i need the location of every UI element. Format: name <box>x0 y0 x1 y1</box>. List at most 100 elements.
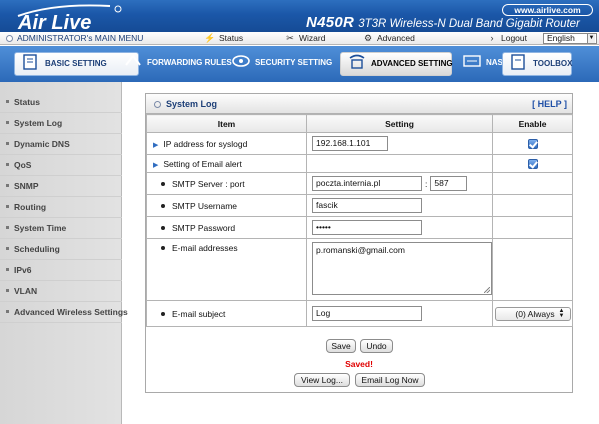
table-row: ▶ IP address for syslogd 192.168.1.101 <box>146 132 573 155</box>
menu-logout[interactable]: › Logout <box>486 32 528 45</box>
bullet-icon <box>161 181 165 186</box>
bullet-icon <box>6 310 9 313</box>
sidebar-item-routing[interactable]: Routing <box>0 197 122 218</box>
page-title: System Log <box>154 94 217 114</box>
resize-grip-icon[interactable] <box>484 287 490 293</box>
email-addresses-label-cell: E-mail addresses <box>146 238 307 301</box>
view-log-button[interactable]: View Log... <box>294 373 350 387</box>
advanced-icon: ⚙ <box>363 33 373 43</box>
syslog-enable-checkbox[interactable] <box>527 138 538 149</box>
bullet-icon <box>6 205 9 208</box>
email-alert-enable-checkbox[interactable] <box>527 158 538 169</box>
smtp-port-input[interactable]: 587 <box>430 176 468 191</box>
sidebar-item-dynamic-dns[interactable]: Dynamic DNS <box>0 134 122 155</box>
smtp-server-input[interactable]: poczta.internia.pl <box>312 176 422 191</box>
smtp-server-label-cell: SMTP Server : port <box>146 172 307 195</box>
bullet-icon <box>6 226 9 229</box>
sidebar-item-ipv6[interactable]: IPv6 <box>0 260 122 281</box>
syslog-ip-input[interactable]: 192.168.1.101 <box>312 136 388 151</box>
table-row: SMTP Password ••••• <box>146 216 573 239</box>
tab-nas[interactable]: NAS <box>456 52 503 76</box>
bullet-icon <box>161 203 165 208</box>
triangle-right-icon: ▶ <box>153 161 159 169</box>
sidebar-item-system-log[interactable]: System Log <box>0 113 122 134</box>
tab-security-setting[interactable]: SECURITY SETTING <box>225 52 338 76</box>
document-icon <box>23 54 37 70</box>
brand-name: Air Live <box>17 12 91 31</box>
sidebar-item-vlan[interactable]: VLAN <box>0 281 122 302</box>
tab-forwarding-rules[interactable]: FORWARDING RULES <box>117 52 232 76</box>
system-log-panel: System Log [ HELP ] Item Setting Enable … <box>145 93 573 393</box>
bullet-icon <box>6 100 9 103</box>
bullet-icon <box>6 247 9 250</box>
bullet-icon <box>6 121 9 124</box>
table-row: ▶ Setting of Email alert <box>146 154 573 173</box>
bullet-icon <box>6 142 9 145</box>
sidebar: Status System Log Dynamic DNS QoS SNMP R… <box>0 82 128 424</box>
sidebar-item-status[interactable]: Status <box>0 92 122 113</box>
up-down-arrows-icon: ▲ ▼ <box>558 307 565 319</box>
saved-status-message: Saved! <box>345 359 373 369</box>
top-banner: Air Live www.airlive.com N450R 3T3R Wirel… <box>0 0 599 32</box>
wizard-icon: ✂ <box>286 33 294 43</box>
menu-advanced[interactable]: ⚙ Advanced <box>362 32 415 45</box>
bullet-icon <box>6 35 13 42</box>
help-link[interactable]: [ HELP ] <box>532 94 567 114</box>
advanced-setting-icon <box>349 54 365 69</box>
table-row: SMTP Username fascik <box>146 194 573 217</box>
triangle-right-icon: ▶ <box>153 141 159 149</box>
system-log-table: Item Setting Enable ▶ IP address for sysl… <box>146 114 573 327</box>
panel-header: System Log [ HELP ] <box>146 94 572 114</box>
column-header-item: Item <box>146 114 307 133</box>
bullet-icon <box>161 246 165 250</box>
column-header-enable: Enable <box>492 114 573 133</box>
admin-menu-title: ADMINISTRATOR's MAIN MENU <box>6 32 143 45</box>
chevron-down-icon: ▼ <box>587 34 595 43</box>
bullet-icon <box>6 289 9 292</box>
toolbox-icon <box>511 54 525 70</box>
main-menu-bar: ADMINISTRATOR's MAIN MENU ⚡ Status ✂ Wizar… <box>0 32 599 45</box>
status-icon: ⚡ <box>204 33 216 43</box>
menu-wizard[interactable]: ✂ Wizard <box>284 32 325 45</box>
column-header-setting: Setting <box>306 114 493 133</box>
email-subject-input[interactable]: Log <box>312 306 422 321</box>
table-row: E-mail subject Log (0) Always ▲ ▼ <box>146 300 573 327</box>
model-description: 3T3R Wireless-N Dual Band Gigabit Router <box>358 18 580 30</box>
model-name: N450R <box>306 14 355 31</box>
arrow-right-icon: › <box>490 33 494 43</box>
sidebar-item-snmp[interactable]: SNMP <box>0 176 122 197</box>
language-select[interactable]: English ▼ <box>543 33 597 44</box>
tab-toolbox[interactable]: TOOLBOX <box>502 52 572 76</box>
smtp-username-label-cell: SMTP Username <box>146 194 307 217</box>
table-row: E-mail addresses p.romanski@gmail.com <box>146 238 573 301</box>
undo-button[interactable]: Undo <box>360 339 393 353</box>
smtp-password-input[interactable]: ••••• <box>312 220 422 235</box>
sidebar-item-system-time[interactable]: System Time <box>0 218 122 239</box>
smtp-password-label-cell: SMTP Password <box>146 216 307 239</box>
syslog-ip-label-cell: ▶ IP address for syslogd <box>146 132 307 155</box>
schedule-select[interactable]: (0) Always ▲ ▼ <box>494 306 571 321</box>
sidebar-item-qos[interactable]: QoS <box>0 155 122 176</box>
save-button[interactable]: Save <box>326 339 356 353</box>
email-addresses-textarea[interactable]: p.romanski@gmail.com <box>312 242 492 295</box>
smtp-username-input[interactable]: fascik <box>312 198 422 213</box>
action-area: Save Undo Saved! View Log... Email Log N… <box>146 334 572 392</box>
model-title: N450R 3T3R Wireless-N Dual Band Gigabit R… <box>306 14 580 31</box>
category-tab-bar: BASIC SETTING FORWARDING RULES SECURITY … <box>0 46 599 82</box>
nas-icon <box>463 55 481 67</box>
bullet-icon <box>6 163 9 166</box>
table-row: SMTP Server : port poczta.internia.pl:58… <box>146 172 573 195</box>
airlive-logo: Air Live <box>17 4 122 31</box>
bullet-icon <box>154 101 161 108</box>
bullet-icon <box>161 311 165 316</box>
email-log-now-button[interactable]: Email Log Now <box>355 373 425 387</box>
tab-advanced-setting[interactable]: ADVANCED SETTING <box>340 52 453 76</box>
email-subject-label-cell: E-mail subject <box>146 300 307 327</box>
email-alert-label-cell: ▶ Setting of Email alert <box>146 154 307 173</box>
forwarding-icon <box>125 54 141 66</box>
sidebar-item-scheduling[interactable]: Scheduling <box>0 239 122 260</box>
bullet-icon <box>161 225 165 230</box>
menu-status[interactable]: ⚡ Status <box>204 32 243 45</box>
bullet-icon <box>6 268 9 271</box>
sidebar-item-advanced-wireless[interactable]: Advanced Wireless Settings <box>0 302 128 323</box>
